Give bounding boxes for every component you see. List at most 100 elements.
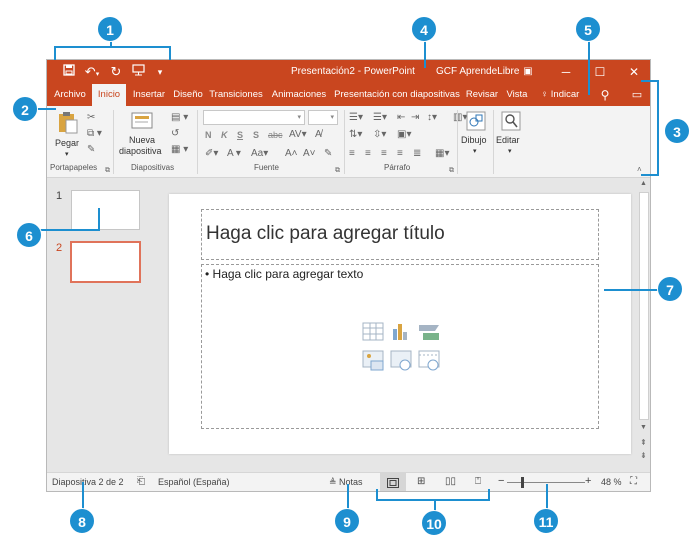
layout-icon[interactable]: ▤ ▾: [171, 112, 188, 124]
group-slides-label: Diapositivas: [131, 163, 175, 172]
section-icon[interactable]: ▦ ▾: [171, 144, 188, 156]
tab-transiciones[interactable]: Transiciones: [208, 84, 264, 106]
numbering-icon[interactable]: ☰▾: [373, 112, 387, 124]
text-effects-icon[interactable]: ✐▾: [205, 148, 218, 160]
shrink-font-icon[interactable]: A˅: [303, 148, 316, 160]
title-placeholder[interactable]: Haga clic para agregar título: [201, 209, 599, 260]
language-indicator[interactable]: Español (España): [158, 477, 230, 487]
customize-arrow-icon[interactable]: ▾: [151, 63, 169, 81]
tab-archivo[interactable]: Archivo: [50, 84, 90, 106]
normal-view-button[interactable]: [380, 473, 406, 491]
tab-animaciones[interactable]: Animaciones: [270, 84, 328, 106]
save-icon[interactable]: [60, 63, 78, 81]
fit-to-window-icon[interactable]: ⛶: [630, 476, 637, 487]
previous-slide-icon[interactable]: ⇞: [640, 438, 647, 447]
next-slide-icon[interactable]: ⇟: [640, 451, 647, 460]
editing-arrow-icon: ▾: [508, 148, 512, 155]
font-name-combo[interactable]: ▾: [203, 110, 305, 125]
redo-icon[interactable]: ↻: [107, 63, 125, 81]
callout-3-line: [657, 80, 659, 176]
font-size-combo[interactable]: ▾: [308, 110, 338, 125]
clipboard-launcher-icon[interactable]: ⧉: [105, 165, 110, 177]
zoom-slider-thumb[interactable]: [521, 477, 524, 488]
decrease-indent-icon[interactable]: ⇤: [397, 112, 405, 124]
bold-button[interactable]: N: [205, 130, 212, 141]
table-icon[interactable]: [362, 322, 384, 341]
ribbon-display-options-icon[interactable]: ▣: [513, 60, 543, 84]
new-slide-button[interactable]: Nueva diapositiva: [117, 111, 167, 159]
grow-font-icon[interactable]: A˄: [285, 148, 298, 160]
italic-button[interactable]: K: [221, 130, 228, 141]
chart-icon[interactable]: [393, 324, 407, 340]
comments-icon[interactable]: ▭: [627, 84, 647, 106]
paste-arrow-icon: ▾: [65, 151, 69, 158]
font-launcher-icon[interactable]: ⧉: [335, 165, 340, 177]
editing-button[interactable]: Editar ▾: [496, 111, 526, 161]
distribute-icon[interactable]: ≣: [413, 148, 421, 160]
zoom-level[interactable]: 48 %: [601, 477, 622, 487]
tab-inicio[interactable]: Inicio: [92, 84, 126, 106]
paste-button[interactable]: Pegar ▾: [53, 111, 83, 158]
tab-revisar[interactable]: Revisar: [465, 84, 499, 106]
format-painter-icon[interactable]: ✎: [87, 144, 95, 156]
align-columns-icon[interactable]: ▦▾: [435, 148, 449, 160]
font-color-icon[interactable]: A ▾: [227, 148, 241, 160]
tell-me-box[interactable]: ♀ Indicar: [541, 84, 579, 106]
zoom-slider-track[interactable]: [507, 482, 585, 483]
cut-icon[interactable]: ✂: [87, 112, 95, 124]
smartart-graphic-icon[interactable]: [419, 325, 439, 340]
user-name[interactable]: GCF AprendeLibre: [436, 66, 519, 77]
change-case-icon[interactable]: Aa▾: [251, 148, 268, 160]
callout-1-line: [54, 46, 56, 60]
reset-icon[interactable]: ↺: [171, 128, 179, 140]
scroll-down-icon[interactable]: ▼: [640, 424, 647, 431]
slide-thumbnail-2[interactable]: [70, 241, 141, 283]
slideshow-view-icon[interactable]: ⍞: [475, 476, 481, 487]
tab-vista[interactable]: Vista: [503, 84, 531, 106]
underline-button[interactable]: S: [237, 130, 243, 141]
picture-icon[interactable]: [362, 350, 384, 371]
slide-thumbnail-1[interactable]: [71, 190, 140, 230]
slide-canvas[interactable]: Haga clic para agregar título • Haga cli…: [169, 194, 631, 454]
online-picture-icon[interactable]: [390, 350, 412, 371]
line-spacing-icon[interactable]: ↕▾: [427, 112, 437, 124]
align-text-icon[interactable]: ⇳▾: [373, 129, 386, 141]
notes-button[interactable]: ≜ Notas: [329, 477, 363, 488]
reading-view-icon[interactable]: ▯▯: [445, 476, 456, 487]
vertical-scrollbar[interactable]: ▲ ▼ ⇞ ⇟: [638, 178, 650, 472]
minimize-icon[interactable]: ─: [551, 60, 581, 84]
bullets-icon[interactable]: ☰▾: [349, 112, 363, 124]
tab-presentacion[interactable]: Presentación con diapositivas: [334, 84, 460, 106]
tab-diseno[interactable]: Diseño: [171, 84, 205, 106]
title-bar: ↶▾ ↻ ▾ Presentación2 - PowerPoint GCF Ap…: [47, 60, 650, 84]
slide-sorter-icon[interactable]: ⊞: [417, 476, 425, 487]
align-left-icon[interactable]: ≡: [349, 148, 355, 160]
text-direction-icon[interactable]: ⇅▾: [349, 129, 362, 141]
zoom-in-button[interactable]: +: [585, 475, 591, 487]
smartart-icon[interactable]: ▣▾: [397, 129, 411, 141]
tab-insertar[interactable]: Insertar: [129, 84, 169, 106]
highlight-icon[interactable]: ✎: [324, 148, 332, 160]
video-icon[interactable]: [418, 350, 440, 371]
group-separator: [457, 110, 458, 174]
zoom-out-button[interactable]: −: [498, 475, 504, 487]
align-right-icon[interactable]: ≡: [381, 148, 387, 160]
present-from-start-icon[interactable]: [129, 63, 147, 81]
callout-badge-2: 2: [12, 96, 38, 122]
spelling-icon[interactable]: ⎗: [137, 476, 145, 487]
undo-icon[interactable]: ↶▾: [81, 63, 103, 81]
justify-icon[interactable]: ≡: [397, 148, 403, 160]
scroll-up-icon[interactable]: ▲: [640, 180, 647, 187]
strikethrough-button[interactable]: abc: [268, 130, 283, 141]
align-center-icon[interactable]: ≡: [365, 148, 371, 160]
copy-icon[interactable]: ⧉ ▾: [87, 128, 102, 140]
clear-format-icon[interactable]: A̸: [315, 129, 322, 141]
content-placeholder[interactable]: • Haga clic para agregar texto: [201, 264, 599, 429]
character-spacing-icon[interactable]: AV▾: [289, 129, 307, 141]
increase-indent-icon[interactable]: ⇥: [411, 112, 419, 124]
paragraph-launcher-icon[interactable]: ⧉: [449, 165, 454, 177]
drawing-button[interactable]: Dibujo ▾: [461, 111, 491, 161]
share-icon[interactable]: ⚲: [595, 84, 615, 106]
shadow-button[interactable]: S: [253, 130, 259, 141]
scroll-thumb[interactable]: [639, 192, 649, 420]
